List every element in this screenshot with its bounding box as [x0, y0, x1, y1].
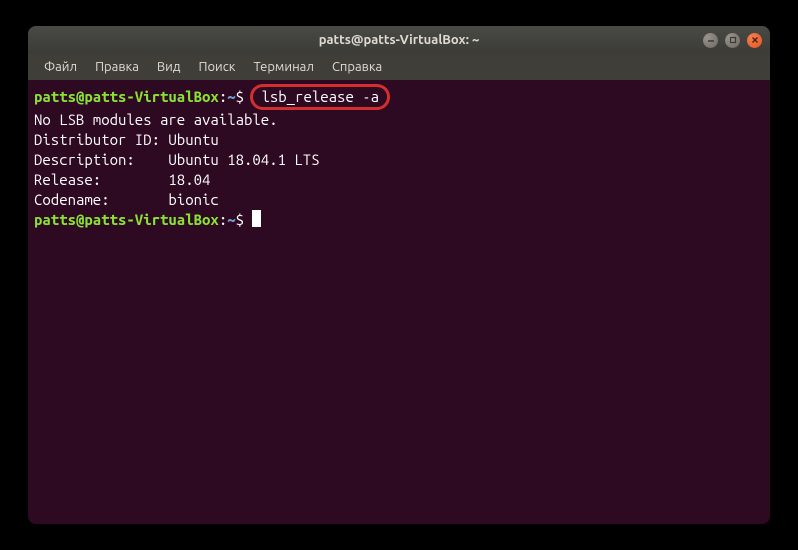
menu-edit[interactable]: Правка — [87, 57, 147, 77]
output-line-2: Distributor ID: Ubuntu — [34, 130, 764, 150]
command-text: lsb_release -a — [261, 88, 379, 105]
terminal-window: patts@patts-VirtualBox: ~ Файл Правка Ви… — [28, 26, 770, 524]
cursor-icon — [252, 210, 261, 227]
prompt-dollar-2: $ — [236, 211, 244, 228]
output-line-4: Release: 18.04 — [34, 170, 764, 190]
prompt-colon: : — [219, 88, 227, 105]
prompt-line-1: patts@patts-VirtualBox:~$ lsb_release -a — [34, 84, 764, 110]
prompt-path: ~ — [227, 88, 235, 105]
prompt-user: patts@patts-VirtualBox — [34, 88, 219, 105]
terminal-content[interactable]: patts@patts-VirtualBox:~$ lsb_release -a… — [28, 80, 770, 524]
output-line-5: Codename: bionic — [34, 190, 764, 210]
prompt-dollar: $ — [236, 88, 244, 105]
menu-file[interactable]: Файл — [36, 57, 85, 77]
command-highlight: lsb_release -a — [250, 84, 390, 110]
maximize-button[interactable] — [725, 33, 740, 48]
titlebar: patts@patts-VirtualBox: ~ — [28, 26, 770, 54]
output-line-3: Description: Ubuntu 18.04.1 LTS — [34, 150, 764, 170]
menu-view[interactable]: Вид — [149, 57, 189, 77]
prompt-line-2: patts@patts-VirtualBox:~$ — [34, 210, 764, 230]
output-line-1: No LSB modules are available. — [34, 110, 764, 130]
window-title: patts@patts-VirtualBox: ~ — [319, 33, 480, 47]
maximize-icon — [729, 36, 737, 44]
prompt-path-2: ~ — [227, 211, 235, 228]
window-controls — [703, 33, 762, 48]
close-button[interactable] — [747, 33, 762, 48]
prompt-user-2: patts@patts-VirtualBox — [34, 211, 219, 228]
menu-search[interactable]: Поиск — [190, 57, 243, 77]
close-icon — [751, 36, 759, 44]
minimize-button[interactable] — [703, 33, 718, 48]
minimize-icon — [707, 36, 715, 44]
menubar: Файл Правка Вид Поиск Терминал Справка — [28, 54, 770, 80]
menu-help[interactable]: Справка — [324, 57, 390, 77]
prompt-colon-2: : — [219, 211, 227, 228]
menu-terminal[interactable]: Терминал — [245, 57, 321, 77]
